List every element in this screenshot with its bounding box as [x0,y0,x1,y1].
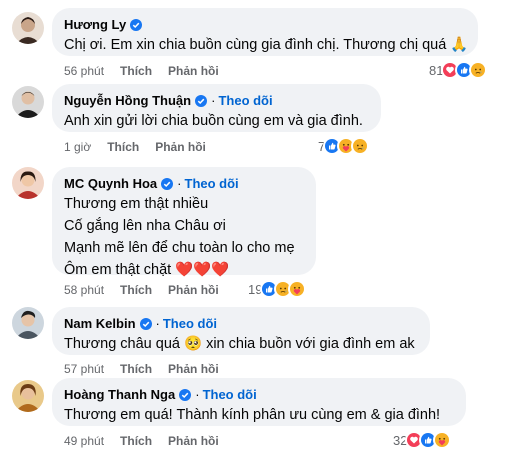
separator-dot: · [211,93,216,108]
avatar[interactable] [12,167,44,199]
comment-bubble: Hương Ly Chị ơi. Em xin chia buồn cùng g… [52,8,478,56]
reply-button[interactable]: Phản hồi [155,139,206,155]
comment-text: Thương em quá! Thành kính phân ưu cùng e… [64,407,441,423]
sad-reaction-icon [351,137,370,155]
author-name[interactable]: Nam Kelbin [64,315,136,332]
verified-badge-icon [161,177,174,190]
care-reaction-icon [288,280,307,298]
avatar[interactable] [12,86,44,118]
follow-button[interactable]: Theo dõi [185,175,239,192]
comment-line: Thương em thật nhiều [64,196,209,212]
comment-time[interactable]: 57 phút [64,361,104,377]
comment-bubble: Nam Kelbin · Theo dõi Thương châu quá 🥺 … [52,307,430,355]
like-button[interactable]: Thích [120,361,152,377]
separator-dot: · [155,316,160,331]
avatar[interactable] [12,12,44,44]
comment-text: Thương châu quá 🥺 xin chia buồn với gia … [64,336,415,352]
reply-button[interactable]: Phản hồi [168,433,219,449]
separator-dot: · [195,387,200,402]
comment-actions: 58 phút Thích Phản hồi [64,282,235,298]
avatar[interactable] [12,307,44,339]
comment-text: Chị ơi. Em xin chia buồn cùng gia đình c… [64,37,469,53]
reaction-summary[interactable]: 32 [389,430,454,450]
verified-badge-icon [130,18,143,31]
author-name[interactable]: Hoàng Thanh Nga [64,386,175,403]
comment-actions: 1 giờ Thích Phản hồi [64,139,222,155]
sad-reaction-icon [469,61,488,79]
comment-time[interactable]: 56 phút [64,63,104,79]
like-button[interactable]: Thích [120,63,152,79]
like-button[interactable]: Thích [120,282,152,298]
separator-dot: · [177,176,182,191]
follow-button[interactable]: Theo dõi [163,315,217,332]
comment-time[interactable]: 49 phút [64,433,104,449]
avatar[interactable] [12,380,44,412]
comment-bubble: Nguyễn Hồng Thuận · Theo dõi Anh xin gửi… [52,84,381,132]
comment-bubble: MC Quynh Hoa · Theo dõi Thương em thật n… [52,167,316,278]
like-button[interactable]: Thích [107,139,139,155]
reply-button[interactable]: Phản hồi [168,63,219,79]
reply-button[interactable]: Phản hồi [168,361,219,377]
care-reaction-icon [433,431,452,449]
reaction-summary[interactable]: 7 [314,136,372,156]
comment-time[interactable]: 58 phút [64,282,104,298]
follow-button[interactable]: Theo dõi [203,386,257,403]
reply-button[interactable]: Phản hồi [168,282,219,298]
reaction-summary[interactable]: 19 [244,279,309,299]
like-button[interactable]: Thích [120,433,152,449]
verified-badge-icon [179,388,192,401]
comment-actions: 49 phút Thích Phản hồi [64,433,235,449]
follow-button[interactable]: Theo dõi [218,92,272,109]
comment-line: Cố gắng lên nha Châu ơi [64,218,226,234]
comment-actions: 57 phút Thích Phản hồi [64,361,235,377]
comment-line: Mạnh mẽ lên để chu toàn lo cho mẹ [64,240,295,256]
verified-badge-icon [195,94,208,107]
verified-badge-icon [139,317,152,330]
author-name[interactable]: Nguyễn Hồng Thuận [64,92,191,109]
author-name[interactable]: Hương Ly [64,16,126,33]
comment-time[interactable]: 1 giờ [64,139,91,155]
comment-line: Ôm em thật chặt ❤️❤️❤️ [64,262,230,278]
reaction-summary[interactable]: 81 [425,60,490,80]
comment-text: Anh xin gửi lời chia buồn cùng em và gia… [64,113,363,129]
comment-actions: 56 phút Thích Phản hồi [64,63,235,79]
author-name[interactable]: MC Quynh Hoa [64,175,157,192]
comment-bubble: Hoàng Thanh Nga · Theo dõi Thương em quá… [52,378,466,426]
